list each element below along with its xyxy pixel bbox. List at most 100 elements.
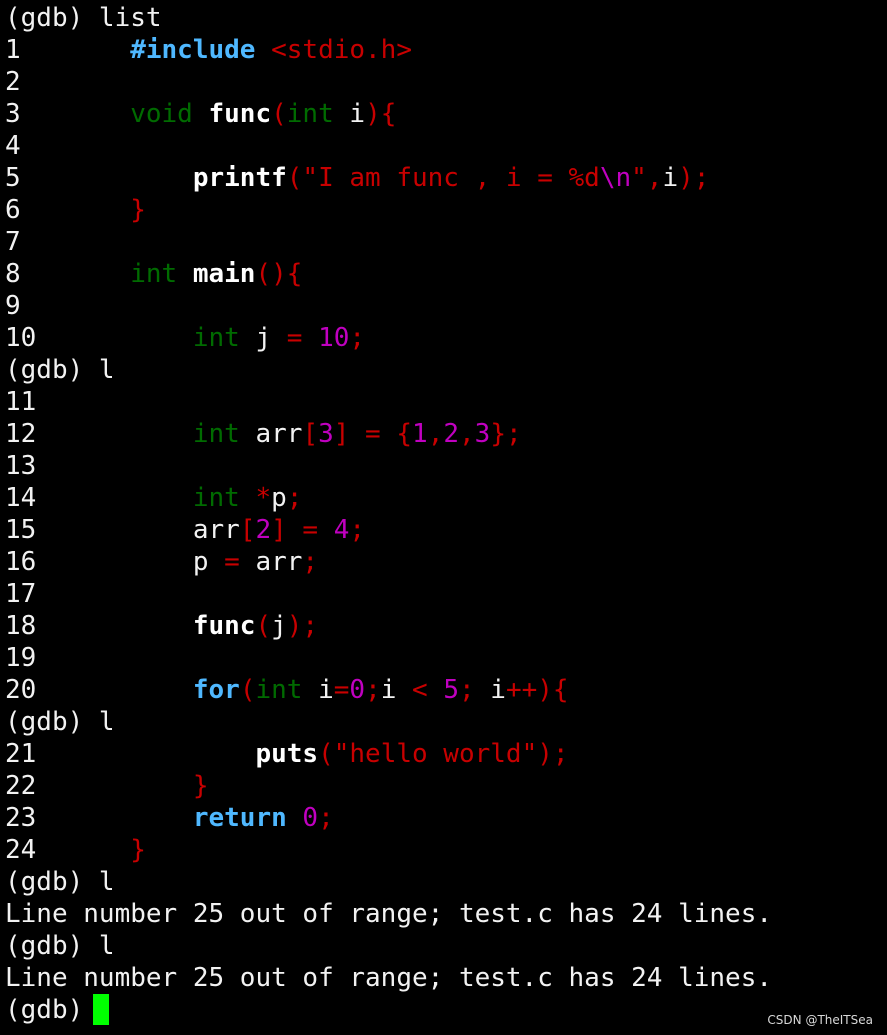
code-token: * xyxy=(255,483,272,513)
code-token: arr xyxy=(239,547,303,577)
code-token: ; xyxy=(286,483,303,513)
code-token: int xyxy=(286,99,334,129)
code-token: i xyxy=(474,675,506,705)
terminal-output: (gdb) list 1 #include <stdio.h> 2 3 void func… xyxy=(5,2,772,1026)
source-code: } xyxy=(130,770,209,802)
code-token: j xyxy=(239,323,287,353)
code-token: i xyxy=(380,675,413,705)
source-code: func(j); xyxy=(130,610,318,642)
code-token: \n xyxy=(599,163,632,193)
code-token: } xyxy=(192,771,209,801)
line-number: 11 xyxy=(5,387,37,417)
source-line: 9 xyxy=(5,290,772,322)
source-code: for(int i=0;i < 5; i++){ xyxy=(130,674,569,706)
code-token: ; xyxy=(365,675,381,705)
line-number: 19 xyxy=(5,643,37,673)
line-number: 15 xyxy=(5,515,37,545)
code-token: int xyxy=(192,419,240,449)
line-number: 23 xyxy=(5,803,37,833)
code-token: for xyxy=(192,675,240,705)
source-code: #include <stdio.h> xyxy=(130,34,412,66)
code-token: 2 xyxy=(443,419,459,449)
source-code: arr[2] = 4; xyxy=(130,514,365,546)
code-token: p xyxy=(130,547,225,577)
code-token: , xyxy=(459,419,475,449)
code-token: int xyxy=(192,323,240,353)
code-token: ); xyxy=(678,163,710,193)
source-code: return 0; xyxy=(130,802,334,834)
code-token: 4 xyxy=(333,515,350,545)
source-line: 17 xyxy=(5,578,772,610)
line-number: 6 xyxy=(5,195,21,225)
source-line: 22 } xyxy=(5,770,772,802)
source-line: 6} xyxy=(5,194,772,226)
code-token: ( xyxy=(255,611,272,641)
source-line: 11 xyxy=(5,386,772,418)
code-token: ; xyxy=(349,323,366,353)
code-token: i xyxy=(662,163,679,193)
code-token: }; xyxy=(490,419,522,449)
source-code: puts("hello world"); xyxy=(130,738,568,770)
line-number: 1 xyxy=(5,35,21,65)
prompt-line[interactable]: (gdb) xyxy=(5,994,772,1026)
code-token: ("hello world"); xyxy=(318,739,569,769)
line-number: 4 xyxy=(5,131,21,161)
source-code: int arr[3] = {1,2,3}; xyxy=(130,418,522,450)
code-token: [ xyxy=(302,419,319,449)
source-line: 13 xyxy=(5,450,772,482)
code-token: 0 xyxy=(302,803,319,833)
code-token: ; xyxy=(302,547,319,577)
source-line: 4 xyxy=(5,130,772,162)
code-token: 10 xyxy=(318,323,350,353)
line-number: 2 xyxy=(5,67,21,97)
code-token: p xyxy=(271,483,287,513)
source-line: 15 arr[2] = 4; xyxy=(5,514,772,546)
code-token: 5 xyxy=(443,675,459,705)
line-number: 22 xyxy=(5,771,37,801)
code-token: ] = { xyxy=(333,419,413,449)
code-token: j xyxy=(271,611,287,641)
line-number: 9 xyxy=(5,291,21,321)
source-line: 14 int *p; xyxy=(5,482,772,514)
line-number: 10 xyxy=(5,323,37,353)
code-token: int xyxy=(130,259,178,289)
code-token: } xyxy=(130,195,146,225)
source-line: 3 void func(int i){ xyxy=(5,98,772,130)
line-number: 7 xyxy=(5,227,21,257)
source-code: p = arr; xyxy=(130,546,318,578)
code-token: main xyxy=(192,259,256,289)
code-token: ; xyxy=(459,675,475,705)
source-line: 20 for(int i=0;i < 5; i++){ xyxy=(5,674,772,706)
source-code: int *p; xyxy=(130,482,303,514)
terminal-line: Line number 25 out of range; test.c has … xyxy=(5,899,773,929)
line-number: 5 xyxy=(5,163,21,193)
code-token: ( xyxy=(271,99,287,129)
code-token: (){ xyxy=(255,259,303,289)
source-line: 2 xyxy=(5,66,772,98)
watermark: CSDN @TheITSea xyxy=(767,1013,873,1027)
source-line: 16 p = arr; xyxy=(5,546,772,578)
code-token: ++){ xyxy=(505,675,569,705)
terminal-line: (gdb) l xyxy=(5,931,115,961)
code-token: ] = xyxy=(271,515,334,545)
code-token: , xyxy=(427,419,444,449)
code-token: 0 xyxy=(349,675,366,705)
code-token: puts xyxy=(255,739,319,769)
terminal-line: Line number 25 out of range; test.c has … xyxy=(5,963,773,993)
code-token: ("I am func , i = %d xyxy=(286,163,600,193)
code-token: func xyxy=(192,611,256,641)
source-line: 18 func(j); xyxy=(5,610,772,642)
source-line: 7 xyxy=(5,226,772,258)
code-token: int xyxy=(192,483,240,513)
line-number: 18 xyxy=(5,611,37,641)
